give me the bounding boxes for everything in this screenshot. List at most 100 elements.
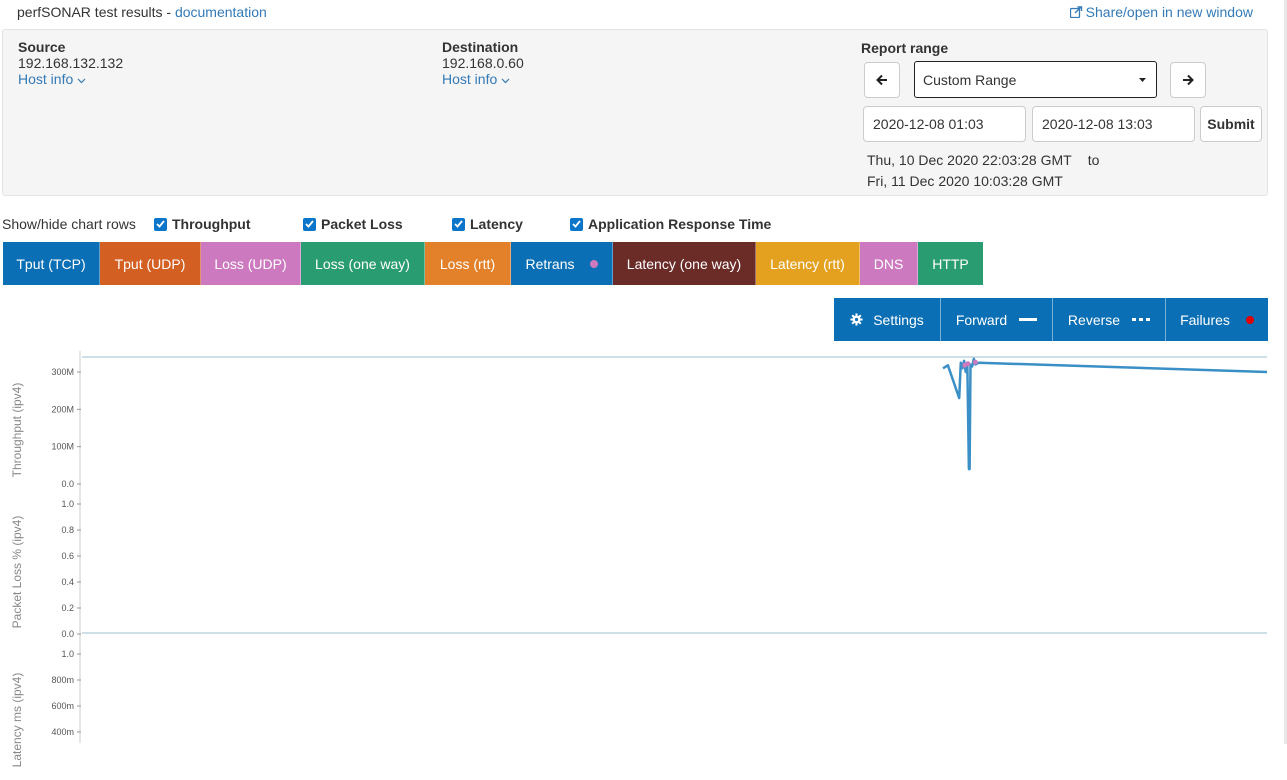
checkbox-checked-icon[interactable]: [452, 217, 465, 231]
start-date-input[interactable]: 2020-12-08 01:03: [863, 106, 1026, 142]
toggle-app-response-time-label: Application Response Time: [588, 216, 772, 232]
range-to-word: to: [1087, 152, 1100, 168]
y-tick-label: 0.6: [61, 551, 74, 561]
arrow-left-icon: [876, 74, 887, 86]
y-tick-label: 1.0: [61, 499, 74, 509]
destination-section: Destination 192.168.0.60 Host info: [442, 39, 524, 87]
legend-label: Tput (UDP): [114, 255, 186, 272]
retrans-point: [965, 361, 971, 367]
legend-label: Loss (UDP): [214, 255, 287, 272]
solid-line-icon: [1019, 318, 1038, 321]
y-tick-label: 0.0: [61, 479, 74, 489]
packet-loss-y-axis-label: Packet Loss % (ipv4): [10, 515, 24, 629]
source-section: Source 192.168.132.132 Host info: [18, 39, 123, 87]
legend-tput-udp[interactable]: Tput (UDP): [100, 242, 201, 285]
forward-button[interactable]: Forward: [940, 298, 1052, 341]
toggle-packet-loss[interactable]: Packet Loss: [303, 216, 403, 232]
toggle-throughput-label: Throughput: [172, 216, 251, 232]
toggle-app-response-time[interactable]: Application Response Time: [570, 216, 771, 232]
range-select[interactable]: Custom Range: [914, 61, 1157, 98]
reverse-label: Reverse: [1067, 311, 1121, 328]
legend-latency-one-way[interactable]: Latency (one way): [613, 242, 756, 285]
legend-http[interactable]: HTTP: [918, 242, 983, 285]
source-label: Source: [18, 39, 66, 55]
legend-loss-udp[interactable]: Loss (UDP): [201, 242, 301, 285]
legend-loss-one-way[interactable]: Loss (one way): [301, 242, 425, 285]
toggle-throughput[interactable]: Throughput: [154, 216, 251, 232]
throughput-ticks: 0.0 100M 200M 300M: [51, 367, 81, 489]
checkbox-checked-icon[interactable]: [303, 217, 316, 231]
failures-label: Failures: [1180, 311, 1230, 328]
source-host-info-link[interactable]: Host info: [18, 71, 123, 87]
y-tick-label: 800m: [51, 675, 74, 685]
share-link-label: Share/open in new window: [1085, 4, 1253, 20]
throughput-series-line: [942, 357, 1268, 471]
toggle-latency[interactable]: Latency: [452, 216, 523, 232]
y-tick-label: 200M: [51, 404, 74, 414]
chevron-down-icon: [77, 78, 86, 84]
toggle-packet-loss-label: Packet Loss: [321, 216, 403, 232]
submit-button[interactable]: Submit: [1200, 106, 1262, 142]
y-tick-label: 600m: [51, 701, 74, 711]
arrow-right-icon: [1183, 74, 1194, 86]
legend-retrans[interactable]: Retrans: [511, 242, 613, 285]
chart-control-bar: Settings Forward Reverse Failures: [834, 298, 1268, 341]
legend-label: Loss (one way): [315, 255, 410, 272]
source-host-info-label: Host info: [18, 71, 74, 87]
legend-dns[interactable]: DNS: [860, 242, 918, 285]
info-panel: Source 192.168.132.132 Host info Destina…: [2, 29, 1268, 196]
range-select-value: Custom Range: [923, 71, 1017, 88]
legend-latency-rtt[interactable]: Latency (rtt): [756, 242, 860, 285]
retrans-point: [972, 359, 978, 365]
end-date-input[interactable]: 2020-12-08 13:03: [1032, 106, 1195, 142]
settings-button[interactable]: Settings: [834, 298, 940, 341]
caret-down-icon: [1139, 78, 1146, 82]
next-range-button[interactable]: [1170, 62, 1206, 98]
charts-area: Throughput (ipv4) Packet Loss % (ipv4) L…: [0, 345, 1287, 767]
legend-label: Latency (one way): [626, 255, 742, 272]
previous-range-button[interactable]: [864, 62, 900, 98]
failure-dot-icon: [1245, 315, 1254, 324]
report-range-label: Report range: [861, 40, 949, 56]
legend-tput-tcp[interactable]: Tput (TCP): [3, 242, 100, 285]
reverse-button[interactable]: Reverse: [1052, 298, 1165, 341]
packet-loss-ticks: 0.0 0.2 0.4 0.6 0.8 1.0: [61, 499, 81, 639]
legend-bar: Tput (TCP) Tput (UDP) Loss (UDP) Loss (o…: [3, 242, 983, 285]
range-summary: Thu, 10 Dec 2020 22:03:28 GMT to Fri, 11 …: [867, 150, 1099, 192]
y-tick-label: 1.0: [61, 649, 74, 659]
legend-label: Retrans: [525, 255, 575, 272]
y-tick-label: 400m: [51, 727, 74, 737]
legend-label: Loss (rtt): [439, 255, 496, 272]
range-to-text: Fri, 11 Dec 2020 10:03:28 GMT: [867, 173, 1063, 189]
dotted-line-icon: [1132, 318, 1151, 321]
checkbox-checked-icon[interactable]: [154, 217, 167, 231]
retrans-dot-icon: [589, 259, 598, 268]
page-title: perfSONAR test results - documentation: [17, 4, 267, 20]
checkbox-checked-icon[interactable]: [570, 217, 583, 231]
legend-label: Tput (TCP): [16, 255, 86, 272]
destination-host-info-link[interactable]: Host info: [442, 71, 524, 87]
gear-icon: [850, 313, 863, 326]
destination-label: Destination: [442, 39, 519, 55]
source-ip: 192.168.132.132: [18, 55, 124, 71]
y-tick-label: 0.2: [61, 603, 74, 613]
range-from-text: Thu, 10 Dec 2020 22:03:28 GMT: [867, 152, 1072, 168]
y-tick-label: 300M: [51, 367, 74, 377]
page-header: perfSONAR test results - documentation S…: [0, 0, 1287, 24]
destination-ip: 192.168.0.60: [442, 55, 524, 71]
y-tick-label: 100M: [51, 442, 74, 452]
charts-svg: 0.0 100M 200M 300M 0.0 0.2 0.4 0.6 0.8 1.0 400m 6…: [51, 351, 1268, 743]
toggle-latency-label: Latency: [470, 216, 523, 232]
destination-host-info-label: Host info: [442, 71, 498, 87]
y-tick-label: 0.8: [61, 525, 74, 535]
failures-button[interactable]: Failures: [1165, 298, 1268, 341]
share-icon: [1069, 6, 1082, 19]
legend-label: HTTP: [932, 255, 969, 272]
forward-label: Forward: [955, 311, 1008, 328]
latency-y-axis-label: Latency ms (ipv4): [10, 672, 24, 768]
share-link[interactable]: Share/open in new window: [1069, 4, 1253, 20]
legend-loss-rtt[interactable]: Loss (rtt): [425, 242, 511, 285]
documentation-link[interactable]: documentation: [175, 4, 267, 20]
title-text: perfSONAR test results -: [17, 4, 175, 20]
legend-label: DNS: [873, 255, 904, 272]
